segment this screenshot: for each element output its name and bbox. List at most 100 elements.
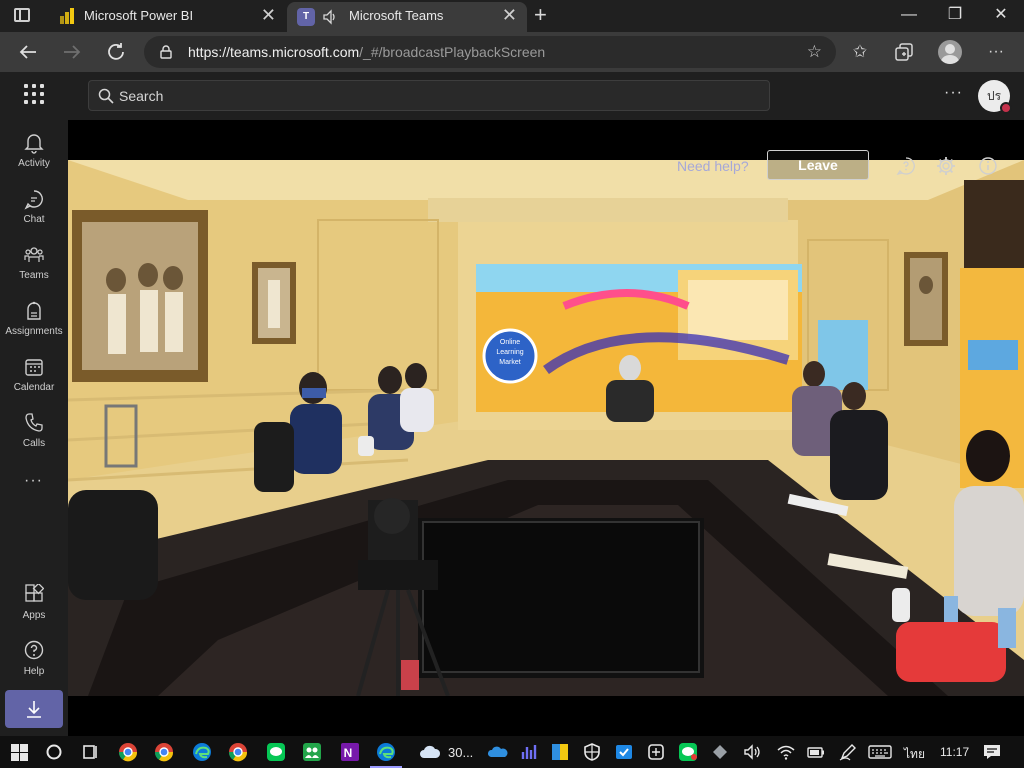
rail-item-calendar[interactable]: Calendar <box>0 352 68 408</box>
tab-actions-icon[interactable] <box>14 8 30 22</box>
download-app-button[interactable] <box>5 690 63 728</box>
back-arrow-icon[interactable] <box>16 40 40 64</box>
url-path: /_#/broadcastPlaybackScreen <box>359 44 546 60</box>
diamond-icon[interactable] <box>710 742 730 762</box>
line-icon[interactable] <box>678 742 698 762</box>
chrome-icon[interactable] <box>228 742 248 762</box>
keyboard-icon[interactable] <box>868 742 892 762</box>
weather-cloud-icon[interactable] <box>418 742 442 762</box>
speaker-icon[interactable] <box>321 8 339 26</box>
apps-icon <box>25 584 44 602</box>
wifi-icon[interactable] <box>776 742 796 762</box>
tab-power-bi[interactable]: Microsoft Power BI ✕ <box>48 0 286 32</box>
rail-item-label: Teams <box>19 270 49 281</box>
search-icon <box>98 88 114 104</box>
forward-arrow-icon[interactable] <box>60 40 84 64</box>
settings-more-button[interactable]: ··· <box>944 84 963 102</box>
app-icon[interactable] <box>550 742 570 762</box>
more-apps-icon[interactable]: ··· <box>24 472 43 490</box>
url-host: https://teams.microsoft.com <box>188 44 360 60</box>
meeting-room-image: Online Learning Market <box>68 160 1024 696</box>
help-icon <box>24 640 44 660</box>
teams-logo-icon: T <box>297 8 315 26</box>
teams-green-icon[interactable] <box>302 742 322 762</box>
leave-button[interactable]: Leave <box>767 150 869 180</box>
settings-icon[interactable] <box>936 156 956 176</box>
chat-icon <box>24 190 43 210</box>
more-icon[interactable]: ··· <box>984 40 1008 64</box>
shield-icon[interactable] <box>582 742 602 762</box>
power-bi-icon <box>60 8 74 24</box>
task-view-icon[interactable] <box>80 742 100 762</box>
tab-title: Microsoft Power BI <box>84 8 194 23</box>
weather-text[interactable]: 30... <box>448 745 473 760</box>
refresh-icon[interactable] <box>104 40 128 64</box>
search-box[interactable] <box>88 80 770 111</box>
language-indicator[interactable]: ไทย <box>904 745 925 764</box>
teams-icon <box>24 247 44 262</box>
clock[interactable]: 11:17 <box>940 745 969 759</box>
minimize-button[interactable]: — <box>886 0 932 32</box>
rail-item-label: Activity <box>18 158 50 169</box>
info-icon[interactable] <box>978 156 998 176</box>
new-tab-button[interactable]: + <box>534 4 547 26</box>
edge-icon[interactable] <box>192 742 212 762</box>
line-icon[interactable] <box>266 742 286 762</box>
battery-icon[interactable] <box>806 742 826 762</box>
search-input[interactable] <box>119 86 739 106</box>
pen-icon[interactable] <box>838 742 858 762</box>
app-icon[interactable] <box>614 742 634 762</box>
onedrive-icon[interactable] <box>488 742 508 762</box>
rail-item-help[interactable]: Help <box>0 636 68 692</box>
rail-item-label: Help <box>23 666 45 677</box>
rail-item-label: Assignments <box>5 326 63 337</box>
chrome-icon[interactable] <box>154 742 174 762</box>
collections-icon[interactable] <box>892 40 916 64</box>
svg-text:Learning: Learning <box>496 349 523 356</box>
chrome-icon[interactable] <box>118 742 138 762</box>
notifications-icon[interactable] <box>982 742 1002 762</box>
volume-icon[interactable] <box>742 742 762 762</box>
tab-close-icon[interactable]: ✕ <box>261 6 276 24</box>
windows-start-icon[interactable] <box>10 742 30 762</box>
rail-item-calls[interactable]: Calls <box>0 408 68 464</box>
app-launcher-icon[interactable] <box>24 84 44 104</box>
rail-item-chat[interactable]: Chat <box>0 184 68 240</box>
left-rail: Activity Chat Teams Assignments Calendar… <box>0 120 68 736</box>
tab-microsoft-teams[interactable]: T Microsoft Teams ✕ <box>287 2 527 32</box>
add-favorite-icon[interactable]: ☆ <box>807 42 822 62</box>
bell-icon <box>24 134 44 154</box>
onenote-icon[interactable]: N <box>340 742 360 762</box>
lock-icon[interactable] <box>160 45 172 59</box>
phone-icon <box>25 413 43 432</box>
chat-help-icon[interactable] <box>896 156 916 176</box>
svg-text:Market: Market <box>499 359 520 366</box>
url-text[interactable]: https://teams.microsoft.com/_#/broadcast… <box>188 44 545 60</box>
tab-close-icon[interactable]: ✕ <box>502 6 517 24</box>
rail-item-teams[interactable]: Teams <box>0 240 68 296</box>
rail-item-label: Calls <box>22 438 46 449</box>
address-bar[interactable]: https://teams.microsoft.com/_#/broadcast… <box>144 36 836 68</box>
rail-item-apps[interactable]: Apps <box>0 580 68 636</box>
favorites-icon[interactable]: ✩ <box>848 40 872 64</box>
app-icon[interactable] <box>646 742 666 762</box>
calendar-icon <box>25 359 43 376</box>
rail-item-label: Apps <box>22 610 46 621</box>
restore-button[interactable]: ❐ <box>932 0 978 32</box>
need-help-link[interactable]: Need help? <box>677 158 749 174</box>
download-icon <box>27 701 41 718</box>
presence-badge <box>1000 102 1012 114</box>
video-feed[interactable]: Online Learning Market <box>68 160 1024 696</box>
rail-item-activity[interactable]: Activity <box>0 128 68 184</box>
bar-chart-icon[interactable] <box>520 742 540 762</box>
window-close-button[interactable]: ✕ <box>978 0 1024 32</box>
profile-icon[interactable] <box>938 40 962 64</box>
svg-text:N: N <box>344 746 353 760</box>
avatar-initials: ปร <box>986 89 1002 103</box>
assignments-icon <box>27 301 41 320</box>
edge-icon[interactable] <box>376 742 396 762</box>
search-circle-icon[interactable] <box>44 742 64 762</box>
avatar[interactable]: ปร <box>978 80 1012 114</box>
rail-item-assignments[interactable]: Assignments <box>0 296 68 352</box>
rail-item-label: Chat <box>23 214 45 225</box>
